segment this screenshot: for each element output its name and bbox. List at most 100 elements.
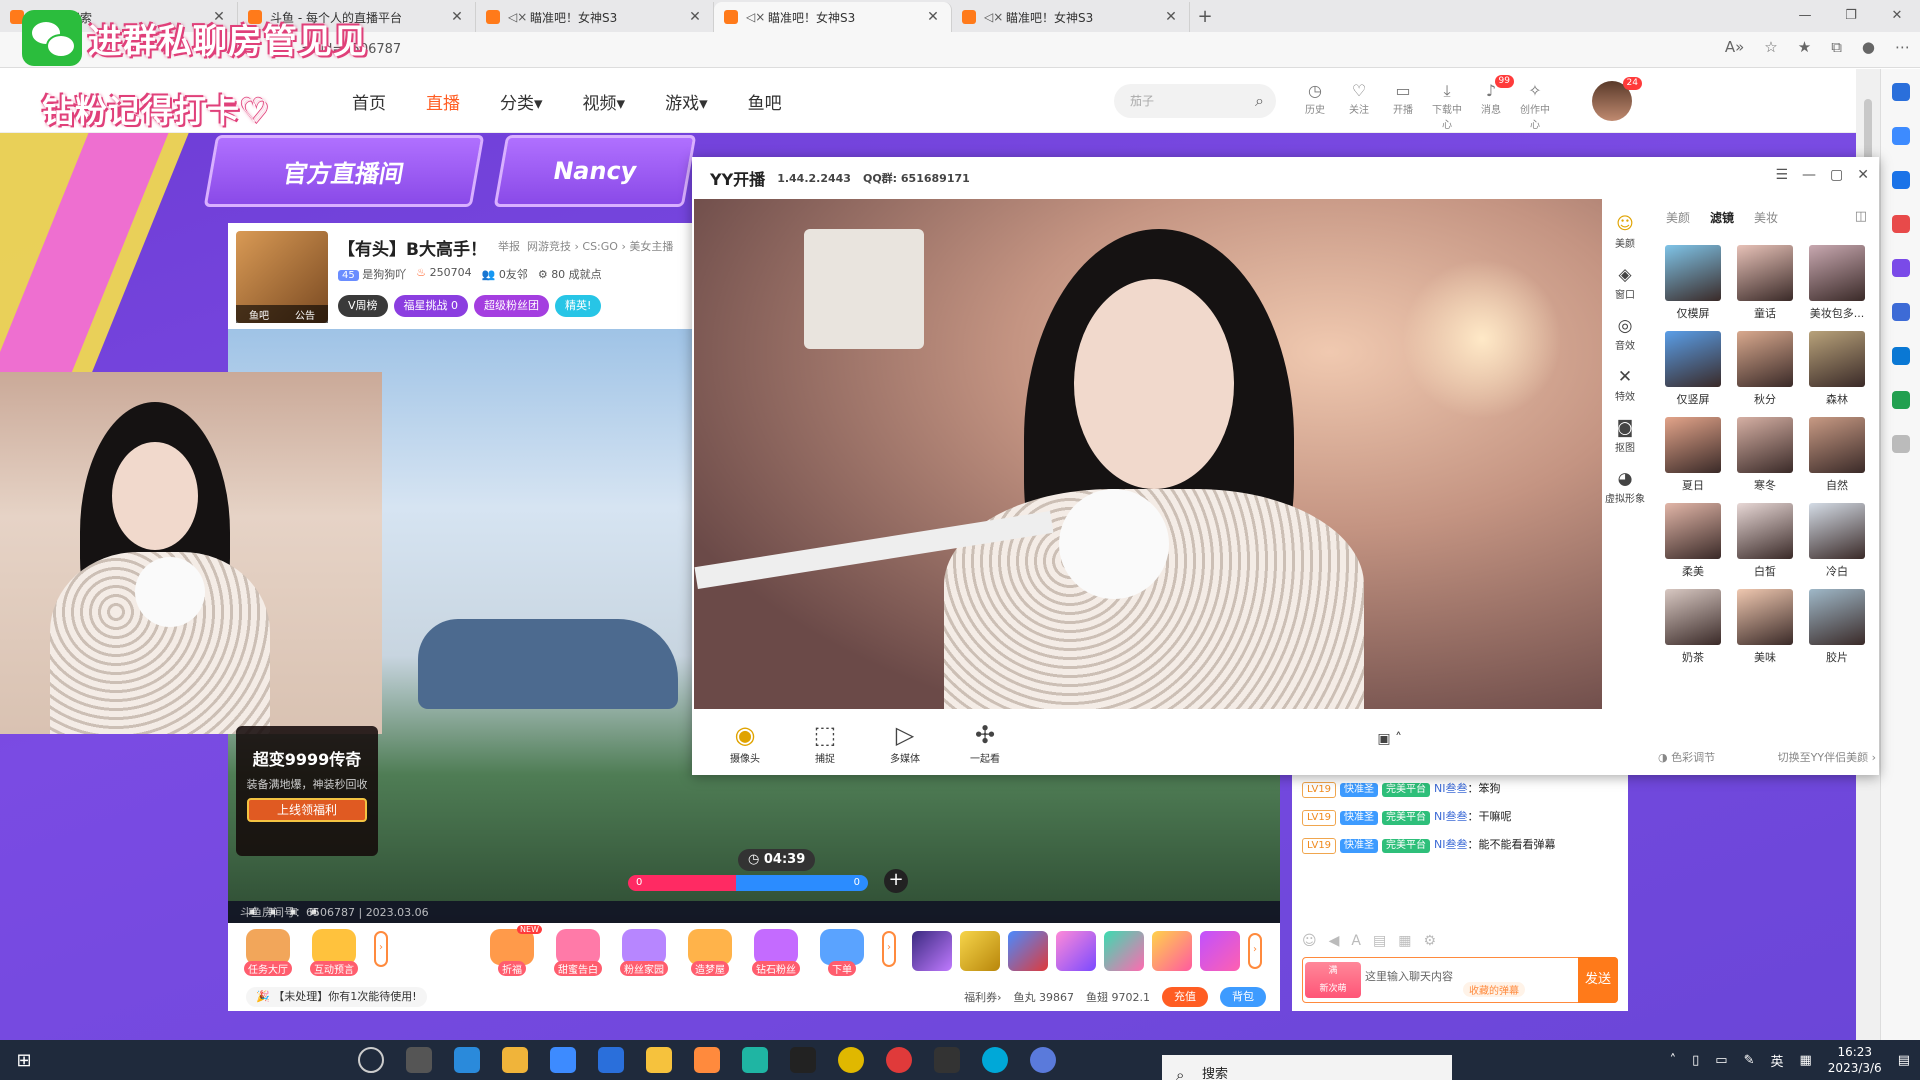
- close-tab-icon[interactable]: ✕: [925, 9, 941, 25]
- file-explorer-icon[interactable]: [646, 1047, 672, 1073]
- nav-category[interactable]: 分类▾: [500, 89, 543, 114]
- header-clock-button[interactable]: ◷ 历史: [1300, 81, 1330, 131]
- more-menu-icon[interactable]: ⋯: [1895, 38, 1910, 56]
- fishbar-link[interactable]: 鱼吧: [249, 307, 269, 322]
- filter-option[interactable]: 仅模屏: [1658, 245, 1728, 321]
- nav-game[interactable]: 游戏▾: [665, 89, 708, 114]
- chevron-up-icon[interactable]: ˄: [1670, 1053, 1677, 1068]
- gift-item[interactable]: [912, 931, 952, 971]
- gift-item[interactable]: [1200, 931, 1240, 971]
- muted-speaker-icon[interactable]: ◁×: [984, 10, 1003, 24]
- report-link[interactable]: 举报: [498, 240, 520, 253]
- official-room-banner[interactable]: 官方直播间: [203, 135, 485, 207]
- pen-icon[interactable]: ✎: [1744, 1053, 1755, 1068]
- windows-start-icon[interactable]: ⊞: [0, 1050, 48, 1071]
- edge-icon[interactable]: [742, 1047, 768, 1073]
- feature-expand-arrow[interactable]: ›: [374, 931, 388, 967]
- header-heart-button[interactable]: ♡ 关注: [1344, 81, 1374, 131]
- close-window-icon[interactable]: ✕: [1874, 0, 1920, 32]
- feature-button[interactable]: 任务大厅: [242, 929, 294, 976]
- yy-tool-capture[interactable]: ⬚ 捕捉: [800, 720, 850, 765]
- chat-username[interactable]: NI叁叁: [1434, 782, 1467, 795]
- switch-beauty-link[interactable]: 切换至YY伴侣美颜 ›: [1778, 749, 1876, 765]
- minimize-icon[interactable]: —: [1802, 167, 1816, 183]
- nav-home[interactable]: 首页: [352, 89, 386, 114]
- gift-item[interactable]: [960, 931, 1000, 971]
- app-icon[interactable]: [934, 1047, 960, 1073]
- filter-option[interactable]: 秋分: [1730, 331, 1800, 407]
- clock[interactable]: 16:23 2023/3/6: [1828, 1044, 1882, 1076]
- app-icon[interactable]: [598, 1047, 624, 1073]
- super-fan-pill[interactable]: 超级粉丝团: [474, 295, 550, 317]
- profile-icon[interactable]: ●: [1862, 38, 1875, 56]
- browser-tab[interactable]: ◁× 瞄准吧！女神S3 ✕: [952, 2, 1190, 32]
- feature-expand-arrow[interactable]: ›: [882, 931, 896, 967]
- taskbar-search[interactable]: ⌕ 搜索: [1162, 1055, 1452, 1080]
- welfare-link[interactable]: 福利券›: [964, 989, 1001, 1005]
- filter-tab[interactable]: 美颜: [1666, 209, 1690, 226]
- favorites-icon[interactable]: ★: [1798, 38, 1811, 56]
- feature-button[interactable]: 粉丝家园: [618, 929, 670, 976]
- m365-icon[interactable]: [1891, 303, 1910, 321]
- streamer-avatar[interactable]: 鱼吧 公告: [236, 231, 328, 323]
- search-icon[interactable]: ⌕: [1255, 84, 1264, 118]
- maximize-icon[interactable]: ▢: [1830, 167, 1843, 183]
- gift-item[interactable]: [1056, 931, 1096, 971]
- restore-icon[interactable]: ❐: [1828, 0, 1874, 32]
- barrage-icon[interactable]: ▤: [1373, 933, 1386, 949]
- search-icon[interactable]: [1891, 83, 1910, 101]
- feature-button[interactable]: 甜蜜告白: [552, 929, 604, 976]
- close-tab-icon[interactable]: ✕: [687, 9, 703, 25]
- game-ad[interactable]: 超变9999传奇 装备满地爆，神装秒回收 上线领福利: [236, 726, 378, 856]
- nancy-banner[interactable]: Nancy: [493, 135, 697, 207]
- yy-tool-watch-together[interactable]: ✣ 一起看: [960, 720, 1010, 765]
- gift-item[interactable]: [1152, 931, 1192, 971]
- mail-icon[interactable]: [550, 1047, 576, 1073]
- weekly-rank-pill[interactable]: V周榜: [338, 295, 388, 317]
- filter-option[interactable]: 自然: [1802, 417, 1872, 493]
- gift-expand-arrow[interactable]: ›: [1248, 933, 1262, 969]
- yy-side-avatar[interactable]: ◕ 虚拟形象: [1604, 468, 1646, 505]
- close-tab-icon[interactable]: ✕: [1163, 9, 1179, 25]
- category-breadcrumb[interactable]: 网游竞技 › CS:GO › 美女主播: [527, 240, 673, 253]
- close-tab-icon[interactable]: ✕: [449, 9, 465, 25]
- filter-option[interactable]: 夏日: [1658, 417, 1728, 493]
- store-icon[interactable]: [502, 1047, 528, 1073]
- browser-tab[interactable]: ◁× 瞄准吧！女神S3 ✕: [476, 2, 714, 32]
- read-aloud-icon[interactable]: A»: [1725, 38, 1744, 56]
- user-avatar[interactable]: 24: [1592, 77, 1642, 121]
- battery-icon[interactable]: ▯: [1692, 1053, 1699, 1068]
- network-icon[interactable]: ▭: [1715, 1053, 1727, 1068]
- header-broadcast-button[interactable]: ▭ 开播: [1388, 81, 1418, 131]
- notice-link[interactable]: 公告: [295, 307, 315, 322]
- recharge-button[interactable]: 充值: [1162, 987, 1208, 1007]
- app-icon[interactable]: [454, 1047, 480, 1073]
- filter-option[interactable]: 寒冬: [1730, 417, 1800, 493]
- new-tab-button[interactable]: +: [1190, 2, 1220, 32]
- yy-side-smile[interactable]: ☺ 美颜: [1604, 213, 1646, 250]
- yy-tool-camera[interactable]: ◉ 摄像头: [720, 720, 770, 765]
- filter-option[interactable]: 美味: [1730, 589, 1800, 665]
- yy-side-magic[interactable]: ✕ 特效: [1604, 366, 1646, 403]
- filter-option[interactable]: 童话: [1730, 245, 1800, 321]
- sticker-icon[interactable]: ▦: [1398, 933, 1411, 949]
- hamburger-menu-icon[interactable]: ☰: [1775, 167, 1788, 183]
- filter-option[interactable]: 森林: [1802, 331, 1872, 407]
- tree-icon[interactable]: [1891, 391, 1910, 409]
- filter-option[interactable]: 美妆包多...: [1802, 245, 1872, 321]
- yy-tool-media[interactable]: ▷ 多媒体: [880, 720, 930, 765]
- filter-tab[interactable]: 美妆: [1754, 209, 1778, 226]
- color-adjust-link[interactable]: ◑ 色彩调节: [1658, 749, 1715, 765]
- ad-claim-button[interactable]: 上线领福利: [247, 798, 367, 822]
- yy-side-sound[interactable]: ◎ 音效: [1604, 315, 1646, 352]
- app-icon[interactable]: [982, 1047, 1008, 1073]
- pk-plus-button[interactable]: +: [884, 869, 908, 893]
- streamer-name[interactable]: 是狗狗吖: [362, 268, 406, 281]
- app-icon[interactable]: [1030, 1047, 1056, 1073]
- keyboard-icon[interactable]: ▦: [1800, 1053, 1812, 1068]
- chat-input[interactable]: 满新次萌 这里输入聊天内容 收藏的弹幕 发送: [1302, 957, 1618, 1003]
- outlook-icon[interactable]: [1891, 347, 1910, 365]
- muted-speaker-icon[interactable]: ◁×: [508, 10, 527, 24]
- header-bell-button[interactable]: ♪ 消息 99: [1476, 75, 1514, 131]
- panel-toggle-icon[interactable]: ◫: [1855, 209, 1867, 224]
